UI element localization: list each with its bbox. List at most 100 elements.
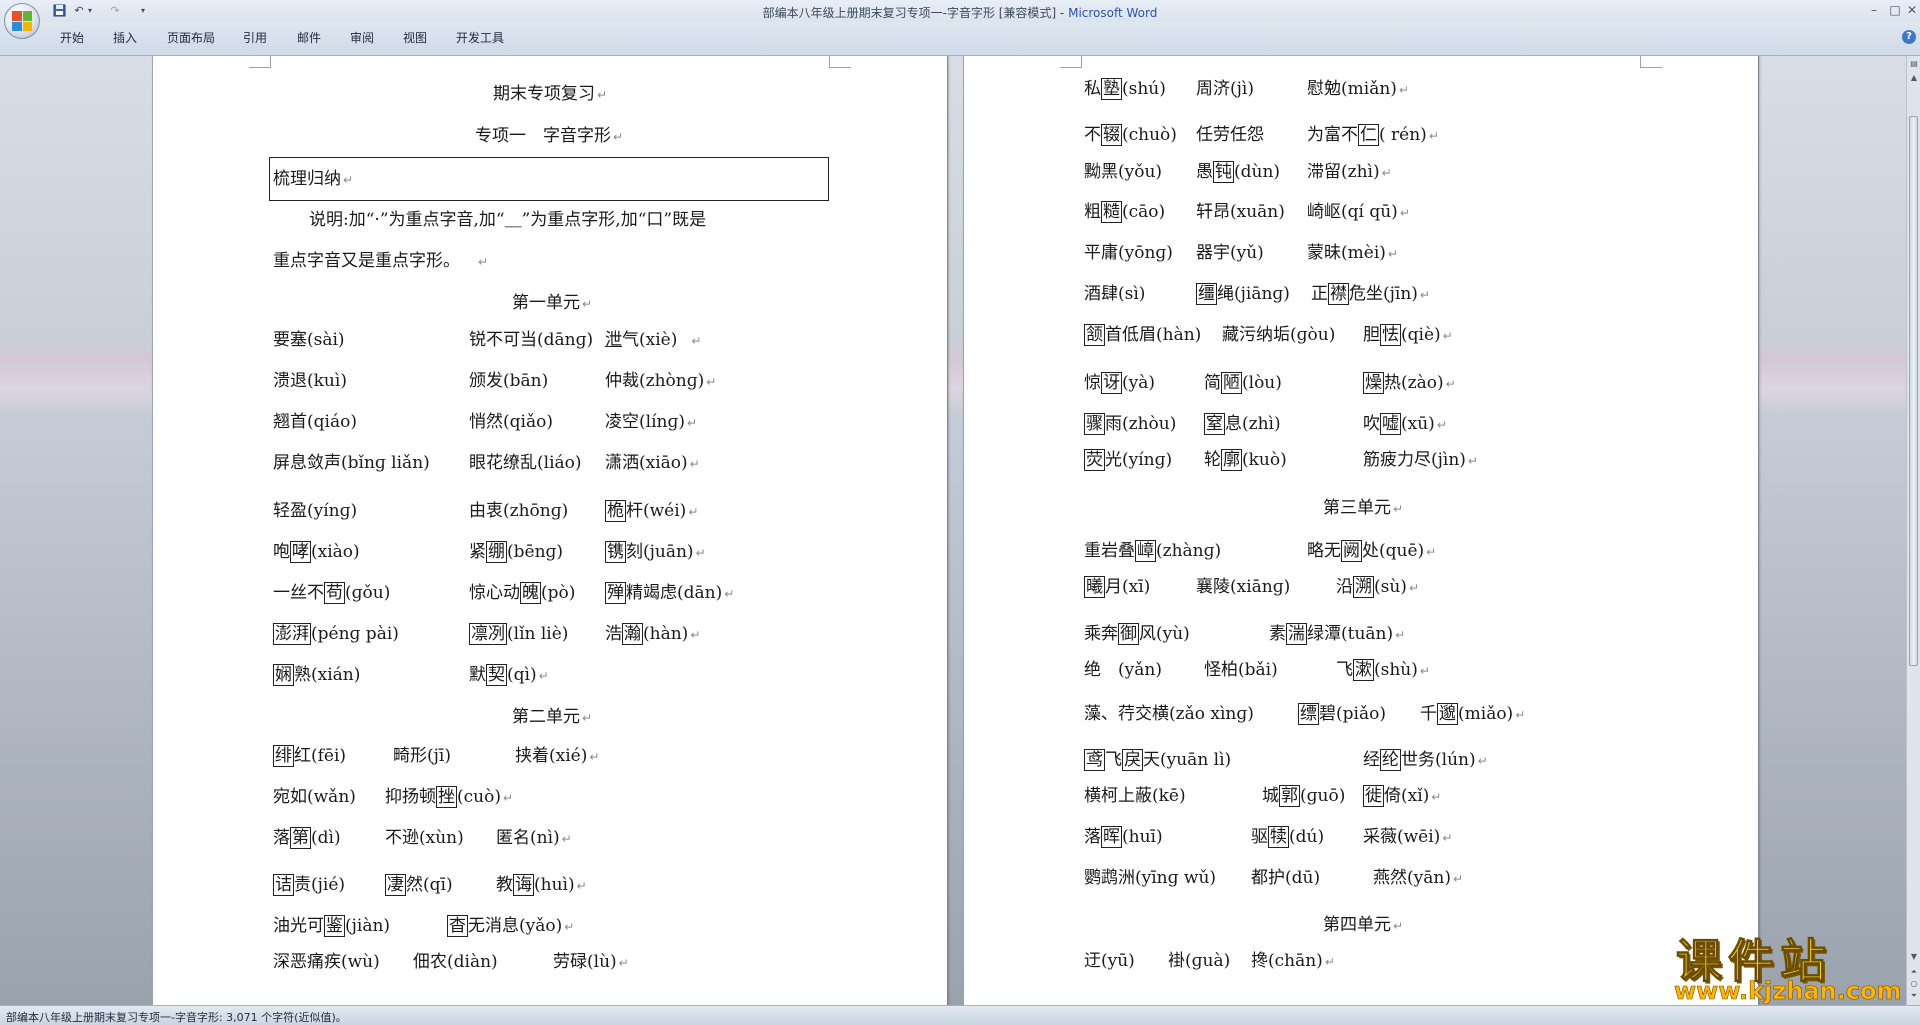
browse-object-icon[interactable]: ○ [1908, 978, 1920, 990]
scroll-thumb[interactable] [1909, 116, 1918, 666]
entry: 眼花缭乱(liáo) [469, 453, 582, 473]
entry: 凌空(línɡ) ↵ [605, 412, 698, 432]
entry: 器宇(yǔ) [1196, 243, 1264, 263]
entry: 劳碌(lù) ↵ [553, 952, 629, 972]
entry: 正襟危坐(jīn) ↵ [1311, 283, 1430, 305]
entry: 默契 (qì) ↵ [469, 664, 549, 686]
entry: 颔首低眉(hàn) [1084, 324, 1202, 346]
entry: 娴熟(xián) [273, 664, 361, 686]
right-page: 私塾 (shú) 周济(jì) 慰勉(miǎn) ↵ 不辍 (chuò) 任劳任怨 为… [963, 56, 1759, 1005]
entry: 浩瀚 (hàn) ↵ [605, 623, 701, 645]
entry: 慰勉(miǎn) ↵ [1307, 79, 1409, 99]
unit-1-heading: 第一单元 ↵ [512, 293, 593, 313]
entry: 泄气(xiè) ↵ [605, 330, 702, 350]
entry: 横柯上蔽(kē) [1084, 786, 1186, 806]
note-line-1: 说明:加“·”为重点字音,加“＿”为重点字形,加“口”既是 [309, 210, 707, 230]
tab-review[interactable]: 审阅 [350, 29, 374, 46]
entry: 不逊(xùn) [385, 828, 464, 848]
ruler-toggle-icon[interactable]: ▤ [1908, 58, 1920, 70]
entry: 驱犊 (dú) [1251, 826, 1325, 848]
entry: 缥碧(piǎo) [1298, 703, 1386, 725]
entry: 乘奔御风(yù) [1084, 623, 1190, 645]
entry: 城郭 (ɡuō) [1262, 785, 1346, 807]
tab-home[interactable]: 开始 [60, 29, 84, 46]
entry: 为富不仁( rén) ↵ [1307, 124, 1439, 146]
entry: 周济(jì) [1196, 79, 1254, 99]
tab-mailings[interactable]: 邮件 [297, 29, 321, 46]
entry: 落晖 (huī) [1084, 826, 1163, 848]
page-subheading: 专项一 字音字形 ↵ [475, 126, 624, 146]
entry: 私塾 (shú) [1084, 78, 1166, 100]
tab-page-layout[interactable]: 页面布局 [167, 29, 215, 46]
entry: 简陋 (lòu) [1204, 372, 1282, 394]
entry: 粗糙 (cāo) [1084, 201, 1166, 223]
entry: 经纶世务(lún) ↵ [1363, 749, 1488, 771]
entry: 绯红(fēi) [273, 745, 347, 767]
entry: 畸形(jī) [393, 746, 451, 766]
entry: 佃农(diàn) [413, 952, 498, 972]
close-button[interactable]: ✕ [1900, 2, 1920, 18]
entry: 曦月(xī) [1084, 576, 1151, 598]
entry: 轻盈(yínɡ) [273, 501, 358, 521]
entry: 千邈 (miǎo) ↵ [1420, 703, 1526, 725]
entry: 绝 (yǎn) [1084, 660, 1162, 680]
entry: 筋疲力尽(jìn) ↵ [1363, 450, 1478, 470]
left-page: 期末专项复习 ↵ 专项一 字音字形 ↵ 梳理归纳 ↵ 说明:加“·”为重点字音,加“＿… [152, 56, 948, 1005]
entry: 沿溯 (sù) ↵ [1336, 576, 1419, 598]
entry: 愚钝 (dùn) [1196, 161, 1281, 183]
entry: 略无阙处(quē) ↵ [1307, 540, 1437, 562]
entry: 酒肆(sì) [1084, 284, 1146, 304]
entry: 紧绷 (bēnɡ) [469, 541, 564, 563]
entry: 翘首(qiáo) [273, 412, 357, 432]
prev-page-icon[interactable]: ⏶ [1908, 966, 1920, 978]
entry: 燕然(yān) ↵ [1373, 868, 1464, 888]
next-page-icon[interactable]: ⏷ [1908, 990, 1920, 1002]
entry: 徙倚(xǐ) ↵ [1363, 785, 1442, 807]
entry: 重岩叠嶂 (zhànɡ) [1084, 540, 1222, 562]
entry: 窒息(zhì) [1204, 413, 1281, 435]
office-button[interactable] [4, 3, 40, 39]
entry: 都护(dū) [1251, 868, 1321, 888]
undo-dropdown-icon[interactable]: ▾ [86, 3, 94, 18]
entry: 惊心动魄 (pò) [469, 582, 576, 604]
unit-2-heading: 第二单元 ↵ [512, 707, 593, 727]
customize-qat-icon[interactable]: ▾ [138, 3, 148, 18]
entry: 轩昂(xuān) [1196, 202, 1285, 222]
entry: 颁发(bān) [469, 371, 549, 391]
entry: 燥热(zào) ↵ [1363, 372, 1456, 394]
vertical-scrollbar[interactable]: ▤ ▲ ▼ ⏶ ○ ⏷ [1906, 56, 1920, 1005]
tab-references[interactable]: 引用 [243, 29, 267, 46]
entry: 褂(ɡuà) [1168, 951, 1231, 971]
save-icon[interactable] [52, 3, 66, 18]
entry: 吹嘘 (xū) ↵ [1363, 413, 1447, 435]
undo-icon[interactable]: ↶ [72, 3, 86, 18]
scroll-up-icon[interactable]: ▲ [1908, 72, 1920, 84]
window-title: 部编本八年级上册期末复习专项一-字音字形 [兼容模式] - Microsoft … [762, 6, 1158, 20]
entry: 挟着(xié) ↵ [515, 746, 600, 766]
entry: 平庸(yōnɡ) [1084, 243, 1173, 263]
entry: 油光可鉴 (jiàn) [273, 915, 391, 937]
entry: 澎湃 (pénɡ pài) [273, 623, 399, 645]
redo-icon[interactable]: ↷ [108, 3, 122, 18]
entry: 落第 (dì) [273, 827, 341, 849]
tab-developer[interactable]: 开发工具 [456, 29, 504, 46]
document-workspace: 期末专项复习 ↵ 专项一 字音字形 ↵ 梳理归纳 ↵ 说明:加“·”为重点字音,加“＿… [0, 56, 1906, 1005]
entry: 一丝不苟 (ɡǒu) [273, 582, 391, 604]
entry: 荧光(yínɡ) [1084, 449, 1173, 471]
entry: 殚精竭虑(dān) ↵ [605, 582, 735, 604]
entry: 锐不可当(dānɡ) [469, 330, 594, 350]
tab-insert[interactable]: 插入 [113, 29, 137, 46]
scroll-down-icon[interactable]: ▼ [1908, 951, 1920, 963]
help-icon[interactable]: ? [1902, 30, 1916, 44]
summary-box-title: 梳理归纳 ↵ [273, 169, 354, 189]
entry: 教诲 (huì) ↵ [496, 874, 587, 896]
entry: 飞漱 (shù) ↵ [1336, 659, 1430, 681]
entry: 骤雨(zhòu) [1084, 413, 1177, 435]
entry: 潇洒(xiāo) ↵ [605, 453, 700, 473]
tab-view[interactable]: 视图 [403, 29, 427, 46]
watermark-logo: 课件站 www.kjzhan.com [1662, 925, 1902, 1006]
entry: 仲裁(zhònɡ) ↵ [605, 371, 717, 391]
entry: 素湍绿潭(tuān) ↵ [1269, 623, 1406, 645]
unit-4-heading: 第四单元 ↵ [1323, 915, 1404, 935]
unit-3-heading: 第三单元 ↵ [1323, 498, 1404, 518]
